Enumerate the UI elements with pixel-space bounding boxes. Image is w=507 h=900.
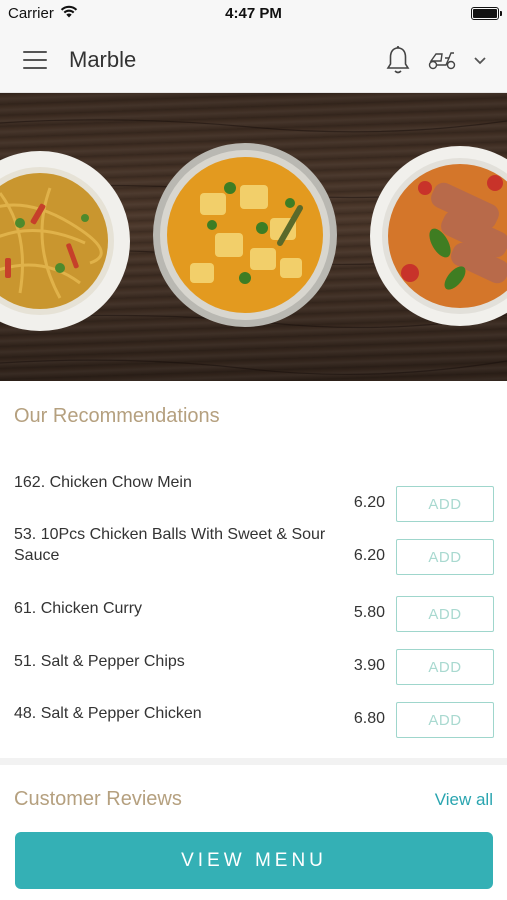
bell-icon[interactable] xyxy=(385,45,411,75)
battery-fill xyxy=(473,9,497,18)
curry-dish xyxy=(153,143,337,327)
item-name: 53. 10Pcs Chicken Balls With Sweet & Sou… xyxy=(14,526,326,564)
wifi-icon xyxy=(60,5,78,22)
section-divider xyxy=(0,758,507,765)
item-price: 3.90 xyxy=(353,657,385,674)
item-name: 48. Salt & Pepper Chicken xyxy=(14,705,202,722)
item-price: 5.80 xyxy=(353,604,385,621)
restaurant-title: Marble xyxy=(69,46,137,72)
menu-icon[interactable] xyxy=(23,50,47,69)
app-header: Marble xyxy=(0,27,507,93)
battery-icon xyxy=(471,7,502,20)
item-name: 51. Salt & Pepper Chips xyxy=(14,653,185,670)
view-all-link[interactable]: View all xyxy=(435,790,493,810)
hero-banner xyxy=(0,93,507,381)
status-bar: Carrier 4:47 PM xyxy=(0,0,507,27)
add-button[interactable]: ADD xyxy=(396,539,494,575)
header-actions xyxy=(385,27,487,93)
item-name: 61. Chicken Curry xyxy=(14,600,143,617)
carrier-label: Carrier xyxy=(8,5,54,22)
item-price: 6.80 xyxy=(353,710,385,727)
add-button[interactable]: ADD xyxy=(396,649,494,685)
reviews-title: Customer Reviews xyxy=(14,788,182,810)
status-left: Carrier xyxy=(8,5,78,22)
item-name: 162. Chicken Chow Mein xyxy=(14,474,192,491)
view-menu-button[interactable]: VIEW MENU xyxy=(15,832,493,889)
add-button[interactable]: ADD xyxy=(396,486,494,522)
chevron-down-icon[interactable] xyxy=(473,55,487,65)
noodles-dish xyxy=(0,151,130,331)
item-price: 6.20 xyxy=(353,547,385,564)
scooter-icon[interactable] xyxy=(427,49,457,71)
recommendations-title: Our Recommendations xyxy=(14,405,220,427)
add-button[interactable]: ADD xyxy=(396,596,494,632)
hero-food-illustration xyxy=(0,119,507,376)
item-price: 6.20 xyxy=(353,494,385,511)
add-button[interactable]: ADD xyxy=(396,702,494,738)
duck-curry-dish xyxy=(370,146,507,326)
